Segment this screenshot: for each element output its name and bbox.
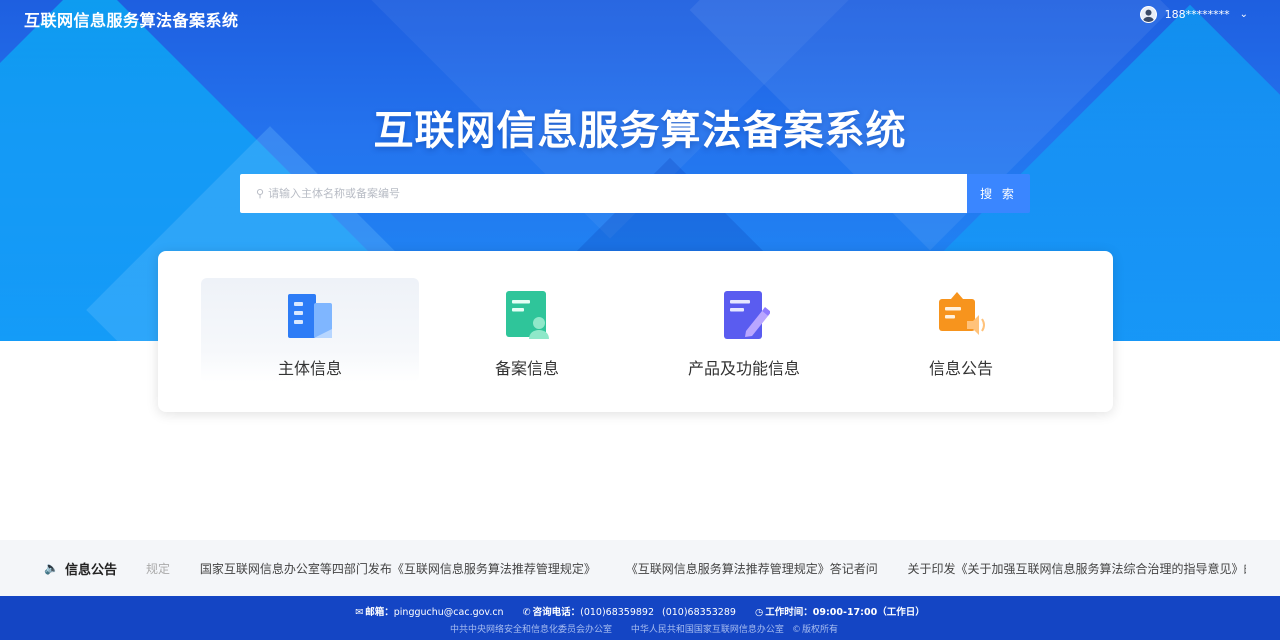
search-bar: ⚲ 搜 索 <box>240 174 1030 213</box>
building-icon <box>288 294 332 338</box>
quick-link-label: 产品及功能信息 <box>687 359 800 378</box>
quick-links-card: 主体信息 备案信息 产品及功能信息 信息公告 <box>158 251 1113 412</box>
edit-document-icon <box>724 291 770 339</box>
quick-link-entity-info[interactable]: 主体信息 <box>201 278 419 382</box>
chevron-down-icon[interactable]: ⌄ <box>1240 9 1248 20</box>
footer-org: 中华人民共和国国家互联网信息办公室 <box>630 625 784 635</box>
footer: ✉ 邮箱：pingguchu@cac.gov.cn ✆ 咨询电话：(010)6835… <box>0 596 1280 640</box>
search-button[interactable]: 搜 索 <box>967 174 1030 213</box>
speaker-icon: 🔈 <box>44 561 59 575</box>
copyright-text: 版权所有 <box>801 625 838 635</box>
footer-org: 中共中央网络安全和信息化委员会办公室 <box>450 625 613 635</box>
phone-icon: ✆ <box>522 607 531 618</box>
user-avatar-icon <box>1142 9 1154 22</box>
notice-item[interactable]: 《互联网信息服务算法推荐管理规定》答记者问 <box>626 562 878 576</box>
notice-ticker: 规定 国家互联网信息办公室等四部门发布《互联网信息服务算法推荐管理规定》 《互联… <box>146 560 1246 577</box>
user-menu[interactable]: 188******** ⌄ <box>1139 6 1248 23</box>
footer-hours: ◷ 工作时间：09:00-17:00（工作日） <box>754 607 925 618</box>
search-box[interactable]: ⚲ <box>240 174 967 213</box>
mail-icon: ✉ <box>355 607 364 618</box>
footer-contact: ✉ 邮箱：pingguchu@cac.gov.cn ✆ 咨询电话：(010)6835… <box>0 596 1280 618</box>
announcement-icon <box>939 292 985 335</box>
copyright-icon: © <box>791 625 801 635</box>
page-title: 互联网信息服务算法备案系统 <box>373 108 907 154</box>
notice-item[interactable]: 关于印发《关于加强互联网信息服务算法综合治理的指导意见》的通知 <box>908 562 1246 576</box>
notice-title: 信息公告 <box>64 562 117 578</box>
username: 188******** <box>1164 8 1230 21</box>
clock-icon: ◷ <box>754 607 764 618</box>
avatar[interactable] <box>1139 6 1157 23</box>
record-document-icon <box>506 291 549 339</box>
footer-email: ✉ 邮箱：pingguchu@cac.gov.cn <box>355 607 504 618</box>
notice-header: 🔈 信息公告 <box>44 559 144 578</box>
footer-phone: ✆ 咨询电话：(010)68359892 (010)68353289 <box>522 607 736 618</box>
notice-item[interactable]: 规定 <box>146 562 170 576</box>
quick-link-announcements[interactable]: 信息公告 <box>852 278 1070 382</box>
notice-item[interactable]: 国家互联网信息办公室等四部门发布《互联网信息服务算法推荐管理规定》 <box>200 562 596 576</box>
app-title: 互联网信息服务算法备案系统 <box>24 11 239 30</box>
quick-link-label: 信息公告 <box>928 359 993 378</box>
quick-link-record-info[interactable]: 备案信息 <box>418 278 636 382</box>
quick-link-label: 主体信息 <box>277 359 342 378</box>
quick-link-label: 备案信息 <box>494 359 559 378</box>
footer-copyright: 中共中央网络安全和信息化委员会办公室 中华人民共和国国家互联网信息办公室 ©版权所… <box>0 622 1280 635</box>
notice-bar: 🔈 信息公告 规定 国家互联网信息办公室等四部门发布《互联网信息服务算法推荐管理… <box>0 540 1280 596</box>
search-input[interactable] <box>268 187 869 200</box>
quick-link-product-info[interactable]: 产品及功能信息 <box>635 278 853 382</box>
search-icon: ⚲ <box>256 187 265 200</box>
